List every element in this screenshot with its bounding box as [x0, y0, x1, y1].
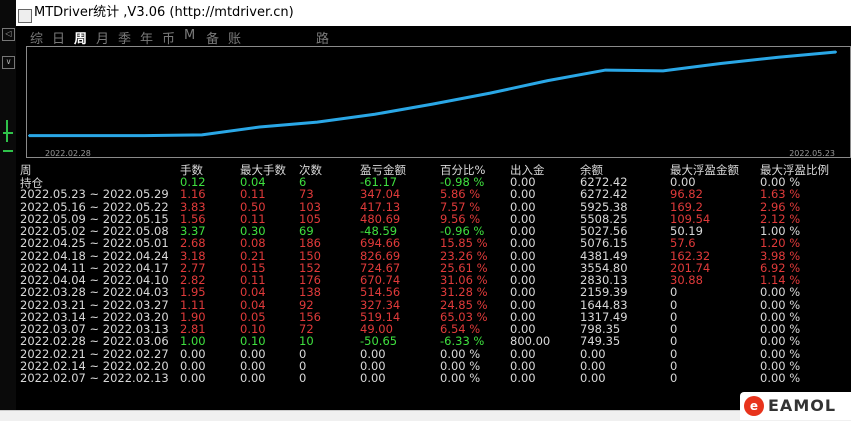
table-cell: 0.00 %	[760, 371, 801, 385]
balance-chart: 2022.02.28 2022.05.23	[26, 46, 851, 158]
balance-point	[604, 69, 607, 72]
tab-2[interactable]: 周	[74, 28, 87, 47]
scroll-marker-icon[interactable]: ◁	[2, 28, 15, 41]
balance-point	[85, 134, 88, 137]
bottom-strip	[0, 410, 851, 421]
table-cell: 0.00	[240, 371, 266, 385]
balance-line	[29, 50, 837, 138]
table-cell: 0.00	[580, 371, 606, 385]
table-cell: 0.00 %	[440, 371, 481, 385]
balance-point	[143, 134, 146, 137]
logo-text: EAMOL	[768, 396, 837, 415]
window-title-bar[interactable]: MTDriver统计 ,V3.06 (http://mtdriver.cn)	[16, 0, 851, 26]
tab-6[interactable]: 币	[162, 28, 175, 47]
logo-mark-icon: e	[744, 396, 764, 416]
balance-point	[777, 56, 780, 59]
chart-marker-icon	[3, 150, 13, 152]
balance-point	[431, 103, 434, 106]
table-cell: 0.00	[510, 371, 536, 385]
tab-3[interactable]: 月	[96, 28, 109, 47]
table-cell: 0	[670, 371, 678, 385]
tab-7[interactable]: M	[184, 28, 195, 43]
balance-point	[316, 121, 319, 124]
chart-marker-icon	[3, 132, 13, 134]
balance-point	[373, 113, 376, 116]
tab-4[interactable]: 季	[118, 28, 131, 47]
balance-point	[662, 69, 665, 72]
window-icon	[18, 9, 32, 23]
left-chart-strip: ◁ ∨	[0, 0, 16, 420]
balance-point	[200, 133, 203, 136]
chart-marker-icon	[6, 120, 16, 142]
tab-8[interactable]: 备	[206, 28, 219, 47]
balance-point	[719, 62, 722, 65]
table-cell: 0.00	[180, 371, 206, 385]
table-cell: 0.00	[360, 371, 386, 385]
table-cell: 0	[299, 371, 307, 385]
x-start-label: 2022.02.28	[45, 149, 91, 158]
balance-point	[835, 50, 837, 53]
balance-point	[489, 92, 492, 95]
balance-point	[546, 79, 549, 82]
tab-1[interactable]: 日	[52, 28, 65, 47]
watermark-logo: e EAMOL	[740, 392, 851, 420]
balance-point	[258, 126, 261, 129]
scroll-marker-icon[interactable]: ∨	[2, 56, 15, 69]
balance-chart-svg: 2022.02.28 2022.05.23	[28, 50, 837, 158]
balance-point	[28, 134, 30, 137]
tab-0[interactable]: 综	[30, 28, 43, 47]
table-cell: 2022.02.07 ~ 2022.02.13	[20, 371, 169, 385]
x-end-label: 2022.05.23	[789, 149, 835, 158]
window-title: MTDriver统计 ,V3.06 (http://mtdriver.cn)	[34, 5, 294, 20]
tab-5[interactable]: 年	[140, 28, 153, 47]
